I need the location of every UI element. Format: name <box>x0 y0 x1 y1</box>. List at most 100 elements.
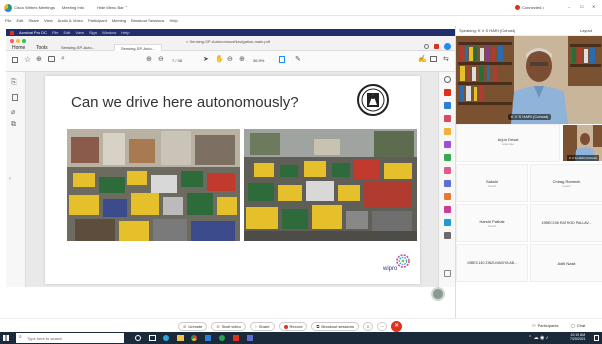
file-explorer-icon[interactable] <box>177 335 184 341</box>
acrobat-left-rail: ⎘ ⌀ ⧉ ‹ <box>6 72 26 287</box>
participant-tile[interactable]: 19BEC140 ZINZUVADIYA AB... <box>456 244 528 282</box>
compress-icon[interactable] <box>444 193 451 200</box>
record-button[interactable]: Record <box>278 322 308 331</box>
edit-pdf-icon[interactable] <box>444 115 451 122</box>
create-pdf-icon[interactable] <box>444 102 451 109</box>
minimize-button[interactable]: – <box>568 4 570 9</box>
taskbar-clock[interactable]: 10:10 AM 7/20/2021 <box>570 333 586 341</box>
store-icon[interactable] <box>205 335 211 341</box>
search-tool-icon[interactable] <box>444 76 451 83</box>
zoom-search-icon[interactable]: ⌕ <box>61 55 65 63</box>
unmute-button[interactable]: ⊘ Unmute <box>178 322 208 331</box>
acrobat-taskbar-icon[interactable] <box>233 335 239 341</box>
teams-icon[interactable] <box>247 335 253 341</box>
menu-help[interactable]: Help <box>169 18 177 23</box>
menu-bar: File Edit Share View Audio & Video Parti… <box>0 16 455 25</box>
hide-menu-bar-button[interactable]: Hide Menu Bar ⌃ <box>97 5 128 10</box>
menu-participant[interactable]: Participant <box>88 18 107 23</box>
collapse-left-icon[interactable]: ‹ <box>9 176 11 182</box>
participants-panel-button[interactable]: ⚇ Participants <box>528 321 563 330</box>
comment-icon[interactable]: ✎ <box>295 55 301 63</box>
menu-share[interactable]: Share <box>28 18 39 23</box>
menu-audio-video[interactable]: Audio & Video <box>58 18 83 23</box>
cortana-icon[interactable] <box>135 335 141 341</box>
zoom-in-icon[interactable]: ⊕ <box>239 55 245 63</box>
edge-icon[interactable] <box>163 335 169 341</box>
menu-meeting[interactable]: Meeting <box>112 18 126 23</box>
chrome-icon[interactable] <box>191 335 197 341</box>
system-tray-icons[interactable]: ⌃ ☁ ◉ ♪ <box>528 335 548 341</box>
notifications-icon[interactable] <box>434 44 439 49</box>
slide-title: Can we drive here autonomously? <box>71 94 299 111</box>
print-icon[interactable] <box>48 56 55 62</box>
menu-file[interactable]: File <box>5 18 11 23</box>
pdf-slide: Can we drive here autonomously? wipro <box>45 76 420 284</box>
share-file-icon[interactable] <box>430 56 437 62</box>
connection-status[interactable]: Connected • <box>522 5 544 10</box>
hand-tool-icon[interactable]: ✋ <box>215 55 224 63</box>
prev-page-icon[interactable]: ⊕ <box>146 55 152 63</box>
bookmarks-icon[interactable] <box>12 94 18 101</box>
profile-avatar[interactable] <box>444 43 451 50</box>
more-tools-rail-icon[interactable] <box>444 270 451 277</box>
participant-tile[interactable]: Harshi Pathak Guest <box>456 204 528 242</box>
scroll-to-top-button[interactable] <box>431 287 445 301</box>
breakout-sessions-button[interactable]: ⧉ Breakout sessions <box>311 322 359 331</box>
sign-icon[interactable]: ✍ <box>418 55 427 63</box>
comment-tool-icon[interactable] <box>444 128 451 135</box>
thumbnail-icon[interactable]: ⎘ <box>11 79 17 87</box>
meeting-info-link[interactable]: Meeting Info <box>62 5 84 10</box>
export-pdf-icon[interactable] <box>444 89 451 96</box>
zoom-level[interactable]: 36.9% <box>253 58 264 63</box>
taskbar-search-box[interactable]: ⌕ Type here to search <box>16 333 124 343</box>
layers-icon[interactable]: ⧉ <box>11 121 16 129</box>
participant-tile[interactable]: 19BEC106 RATHOD PALLAV... <box>530 204 602 242</box>
fill-sign-icon[interactable] <box>444 206 451 213</box>
participant-tile[interactable]: Arjun Desai Attendee <box>456 124 560 162</box>
webex-taskbar-icon[interactable] <box>219 335 225 341</box>
notification-center-icon[interactable] <box>594 335 599 341</box>
end-meeting-button[interactable]: ✕ <box>391 321 403 332</box>
more-tools-icon[interactable]: ⇆ <box>443 55 449 63</box>
help-icon[interactable] <box>424 44 429 49</box>
menu-view[interactable]: View <box>44 18 53 23</box>
combine-files-icon[interactable] <box>444 141 451 148</box>
windows-start-icon[interactable] <box>3 335 9 341</box>
traffic-photo-left <box>67 129 240 241</box>
participant-tile[interactable]: Chirag Ramesh Guest <box>530 164 602 202</box>
reactions-button[interactable]: ☺ <box>363 322 374 331</box>
close-button[interactable]: ✕ <box>592 4 595 9</box>
more-options-button[interactable]: ⋯ <box>377 322 388 331</box>
page-counter[interactable]: 7 / 38 <box>172 58 182 63</box>
participant-tile[interactable]: Aditi Nasit <box>530 244 602 282</box>
maximize-button[interactable]: ☐ <box>580 4 584 9</box>
task-view-icon[interactable] <box>149 335 156 341</box>
menu-breakout[interactable]: Breakout Sessions <box>131 18 164 23</box>
protect-icon[interactable] <box>444 180 451 187</box>
acrobat-tab-doc-1[interactable]: Sensing-SP-Auto... <box>61 45 95 50</box>
attachment-icon[interactable]: ⌀ <box>11 108 15 116</box>
next-page-icon[interactable]: ⊖ <box>158 55 164 63</box>
start-video-button[interactable]: ⊘ Start video <box>211 322 246 331</box>
menu-edit[interactable]: Edit <box>16 18 23 23</box>
video-off-icon: ⊘ <box>216 324 220 329</box>
fit-page-icon[interactable] <box>279 56 285 63</box>
layout-button[interactable]: Layout <box>580 28 592 33</box>
shared-menu-edit: Edit <box>63 30 71 35</box>
select-cursor-icon[interactable]: ➤ <box>203 55 209 63</box>
acrobat-toolbar: ☆ ⊕ ⌕ ⊕ ⊖ 7 / 38 ➤ ✋ ⊖ ⊕ 36.9% ✎ ✍ ⇆ <box>6 51 455 72</box>
share-button[interactable]: ↑ Share <box>249 322 275 331</box>
bookmark-star-icon[interactable]: ☆ <box>24 55 31 64</box>
redact-icon[interactable] <box>444 167 451 174</box>
accessibility-icon[interactable] <box>444 232 451 239</box>
organize-pages-icon[interactable] <box>444 154 451 161</box>
scan-ocr-icon[interactable] <box>444 219 451 226</box>
shared-menu-view: View <box>75 30 84 35</box>
home-icon[interactable] <box>12 57 18 63</box>
zoom-out-icon[interactable]: ⊖ <box>227 55 233 63</box>
participant-tile[interactable]: Sakshi Guest <box>456 164 528 202</box>
chat-panel-button[interactable]: ▢ Chat <box>567 321 590 330</box>
search-icon: ⌕ <box>19 334 22 340</box>
institute-logo <box>357 84 389 116</box>
upload-icon[interactable]: ⊕ <box>36 55 42 63</box>
